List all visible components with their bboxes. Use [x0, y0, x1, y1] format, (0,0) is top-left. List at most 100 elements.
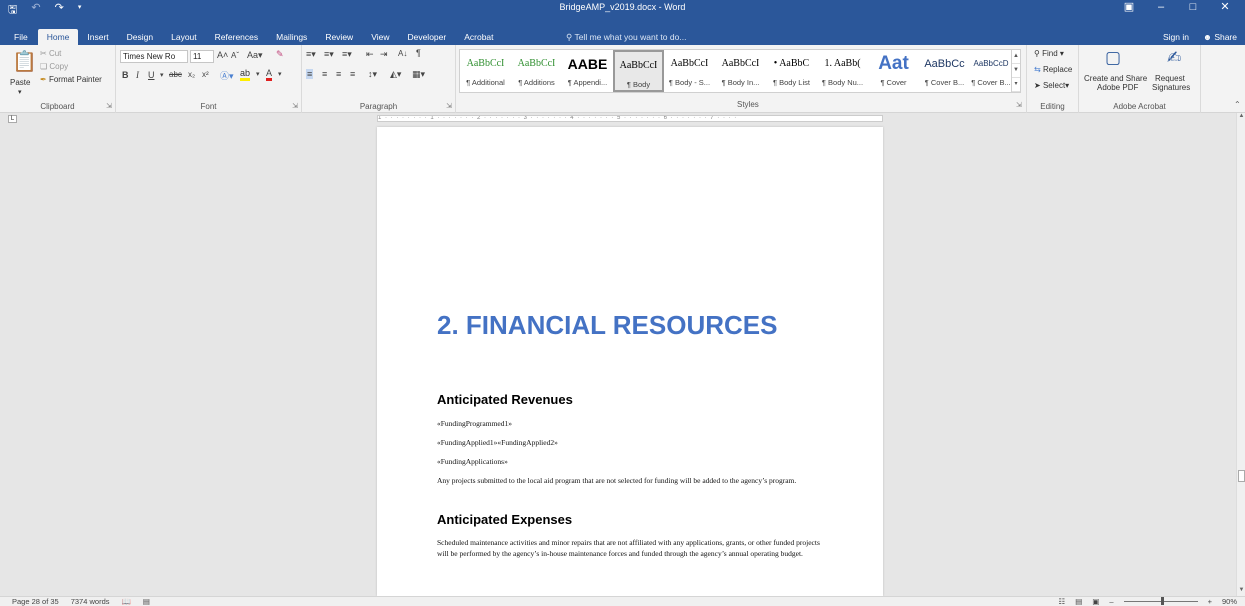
- font-launcher-icon[interactable]: ⇲: [292, 102, 298, 110]
- scroll-up-icon[interactable]: ▲: [1237, 113, 1245, 122]
- bold-icon[interactable]: B: [122, 70, 129, 80]
- tab-review[interactable]: Review: [316, 29, 362, 45]
- italic-icon[interactable]: I: [136, 70, 139, 80]
- web-layout-icon[interactable]: ▣: [1092, 597, 1099, 606]
- create-share-pdf-button[interactable]: Create and Share: [1084, 74, 1147, 83]
- styles-launcher-icon[interactable]: ⇲: [1016, 101, 1022, 109]
- scroll-down-icon[interactable]: ▼: [1237, 587, 1245, 596]
- increase-indent-icon[interactable]: ⇥: [380, 49, 388, 60]
- select-button[interactable]: ➤ Select▾: [1034, 81, 1069, 90]
- style-additions[interactable]: AaBbCcI ¶ Additions: [511, 50, 562, 92]
- style-body-numbered[interactable]: 1. AaBb( ¶ Body Nu...: [817, 50, 868, 92]
- highlight-icon[interactable]: ab: [240, 69, 251, 81]
- word-count[interactable]: 7374 words: [71, 597, 110, 606]
- center-icon[interactable]: ≡: [322, 69, 327, 79]
- subscript-icon[interactable]: x₂: [188, 70, 195, 79]
- ribbon-display-options-icon[interactable]: ▣: [1113, 0, 1145, 15]
- style-cover[interactable]: Aat ¶ Cover: [868, 50, 919, 92]
- style-body-in[interactable]: AaBbCcI ¶ Body In...: [715, 50, 766, 92]
- zoom-slider-thumb[interactable]: [1160, 597, 1164, 605]
- tab-file[interactable]: File: [0, 29, 38, 45]
- font-color-icon[interactable]: A: [266, 69, 273, 81]
- create-share-pdf-button-line2[interactable]: Adobe PDF: [1097, 83, 1138, 92]
- cut-button[interactable]: ✂ Cut: [40, 49, 61, 58]
- zoom-slider[interactable]: [1123, 597, 1198, 605]
- style-body-list[interactable]: • AaBbC ¶ Body List: [766, 50, 817, 92]
- underline-dropdown-icon[interactable]: ▾: [160, 71, 164, 79]
- numbering-icon[interactable]: ≡▾: [324, 49, 334, 60]
- request-signatures-button-line2[interactable]: Signatures: [1152, 83, 1190, 92]
- font-name-combo[interactable]: Times New Ro: [120, 50, 188, 63]
- style-additional[interactable]: AaBbCcI ¶ Additional: [460, 50, 511, 92]
- macro-recording-icon[interactable]: ▤: [143, 597, 150, 606]
- line-spacing-icon[interactable]: ↕▾: [368, 69, 377, 80]
- paste-button[interactable]: Paste: [10, 78, 30, 87]
- shrink-font-icon[interactable]: Aˇ: [231, 51, 239, 60]
- tab-design[interactable]: Design: [118, 29, 162, 45]
- font-color-dropdown-icon[interactable]: ▾: [278, 70, 282, 78]
- superscript-icon[interactable]: x²: [202, 70, 209, 79]
- tab-view[interactable]: View: [362, 29, 398, 45]
- underline-icon[interactable]: U: [148, 70, 155, 80]
- gallery-up-icon[interactable]: ▲: [1012, 50, 1020, 64]
- strikethrough-icon[interactable]: abc: [169, 70, 182, 79]
- align-right-icon[interactable]: ≡: [336, 69, 341, 79]
- print-layout-icon[interactable]: ▤: [1075, 597, 1082, 606]
- find-button[interactable]: ⚲ Find ▾: [1034, 49, 1064, 58]
- tab-mailings[interactable]: Mailings: [267, 29, 316, 45]
- borders-icon[interactable]: ▦▾: [412, 69, 425, 80]
- decrease-indent-icon[interactable]: ⇤: [366, 49, 374, 60]
- clipboard-launcher-icon[interactable]: ⇲: [106, 102, 112, 110]
- style-body[interactable]: AaBbCcI ¶ Body: [613, 50, 664, 92]
- sort-icon[interactable]: A↓: [398, 49, 407, 58]
- zoom-level[interactable]: 90%: [1222, 597, 1237, 606]
- tab-acrobat[interactable]: Acrobat: [455, 29, 502, 45]
- collapse-ribbon-icon[interactable]: ⌃: [1234, 100, 1241, 109]
- gallery-down-icon[interactable]: ▼: [1012, 64, 1020, 78]
- tab-developer[interactable]: Developer: [398, 29, 455, 45]
- horizontal-ruler[interactable]: 1 · · · · · · · · 1 · · · · · · · 2 · · …: [377, 115, 883, 122]
- zoom-out-icon[interactable]: –: [1109, 597, 1113, 606]
- scrollbar-thumb[interactable]: [1238, 470, 1245, 482]
- create-pdf-icon[interactable]: ▢: [1105, 48, 1121, 68]
- document-page[interactable]: 2. FINANCIAL RESOURCES Anticipated Reven…: [377, 127, 883, 596]
- maximize-icon[interactable]: □: [1177, 0, 1209, 15]
- paste-icon[interactable]: 📋: [12, 49, 37, 74]
- tab-selector[interactable]: L: [8, 115, 17, 123]
- vertical-scrollbar[interactable]: ▲ ▼: [1236, 113, 1245, 596]
- tab-references[interactable]: References: [206, 29, 267, 45]
- style-body-s[interactable]: AaBbCcI ¶ Body - S...: [664, 50, 715, 92]
- change-case-icon[interactable]: Aa▾: [247, 50, 263, 61]
- read-mode-icon[interactable]: ☷: [1059, 597, 1066, 606]
- tab-home[interactable]: Home: [37, 29, 79, 45]
- grow-font-icon[interactable]: A˄: [217, 50, 228, 60]
- share-button[interactable]: ☻ Share: [1203, 32, 1237, 42]
- text-effects-icon[interactable]: Ⓐ▾: [220, 69, 234, 82]
- gallery-more-icon[interactable]: ▾: [1012, 78, 1020, 92]
- paste-dropdown-icon[interactable]: ▾: [18, 88, 22, 96]
- shading-icon[interactable]: ◭▾: [390, 69, 401, 80]
- request-signatures-button[interactable]: Request: [1155, 74, 1185, 83]
- font-size-combo[interactable]: 11: [190, 50, 214, 63]
- justify-icon[interactable]: ≡: [350, 69, 355, 79]
- align-left-icon[interactable]: ≡: [306, 69, 314, 79]
- highlight-dropdown-icon[interactable]: ▾: [256, 70, 260, 78]
- replace-button[interactable]: ⇆ Replace: [1034, 65, 1072, 74]
- bullets-icon[interactable]: ≡▾: [306, 49, 316, 60]
- sign-in-link[interactable]: Sign in: [1163, 32, 1189, 42]
- proofing-icon[interactable]: 📖: [122, 597, 131, 606]
- close-icon[interactable]: ✕: [1209, 0, 1241, 15]
- style-appendix[interactable]: AABE ¶ Appendi...: [562, 50, 613, 92]
- show-formatting-marks-icon[interactable]: ¶: [416, 48, 421, 58]
- tell-me-box[interactable]: ⚲ Tell me what you want to do...: [566, 32, 686, 43]
- format-painter-button[interactable]: ✒ Format Painter: [40, 75, 102, 84]
- request-signatures-icon[interactable]: ✍: [1167, 48, 1181, 68]
- tab-layout[interactable]: Layout: [162, 29, 206, 45]
- multilevel-list-icon[interactable]: ≡▾: [342, 49, 352, 60]
- tab-insert[interactable]: Insert: [78, 29, 117, 45]
- page-count[interactable]: Page 28 of 35: [12, 597, 59, 606]
- style-cover-b2[interactable]: AaBbCcD ¶ Cover B...: [970, 50, 1012, 92]
- copy-button[interactable]: ❏ Copy: [40, 62, 68, 71]
- paragraph-launcher-icon[interactable]: ⇲: [446, 102, 452, 110]
- minimize-icon[interactable]: –: [1145, 0, 1177, 15]
